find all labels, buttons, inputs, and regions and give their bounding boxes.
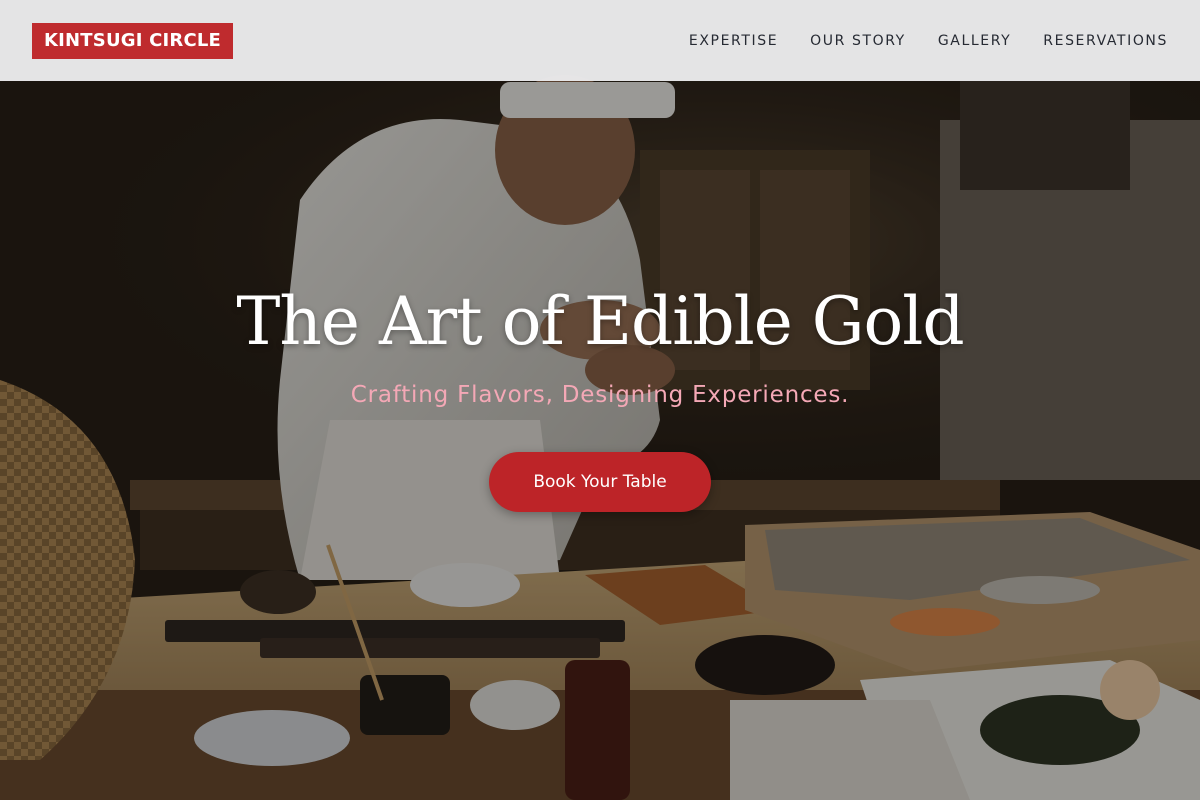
hero-content: The Art of Edible Gold Crafting Flavors,… — [0, 280, 1200, 512]
brand-logo[interactable]: KINTSUGI CIRCLE — [32, 22, 234, 59]
nav-link-gallery[interactable]: GALLERY — [938, 33, 1011, 49]
nav-link-reservations[interactable]: RESERVATIONS — [1043, 33, 1168, 49]
nav-link-our-story[interactable]: OUR STORY — [810, 33, 906, 49]
hero-subtitle: Crafting Flavors, Designing Experiences. — [350, 382, 850, 408]
book-table-button[interactable]: Book Your Table — [489, 452, 711, 512]
hero-title: The Art of Edible Gold — [236, 283, 964, 360]
site-header: KINTSUGI CIRCLE EXPERTISE OUR STORY GALL… — [0, 0, 1200, 81]
nav-link-expertise[interactable]: EXPERTISE — [689, 33, 778, 49]
main-nav: EXPERTISE OUR STORY GALLERY RESERVATIONS — [657, 33, 1168, 49]
